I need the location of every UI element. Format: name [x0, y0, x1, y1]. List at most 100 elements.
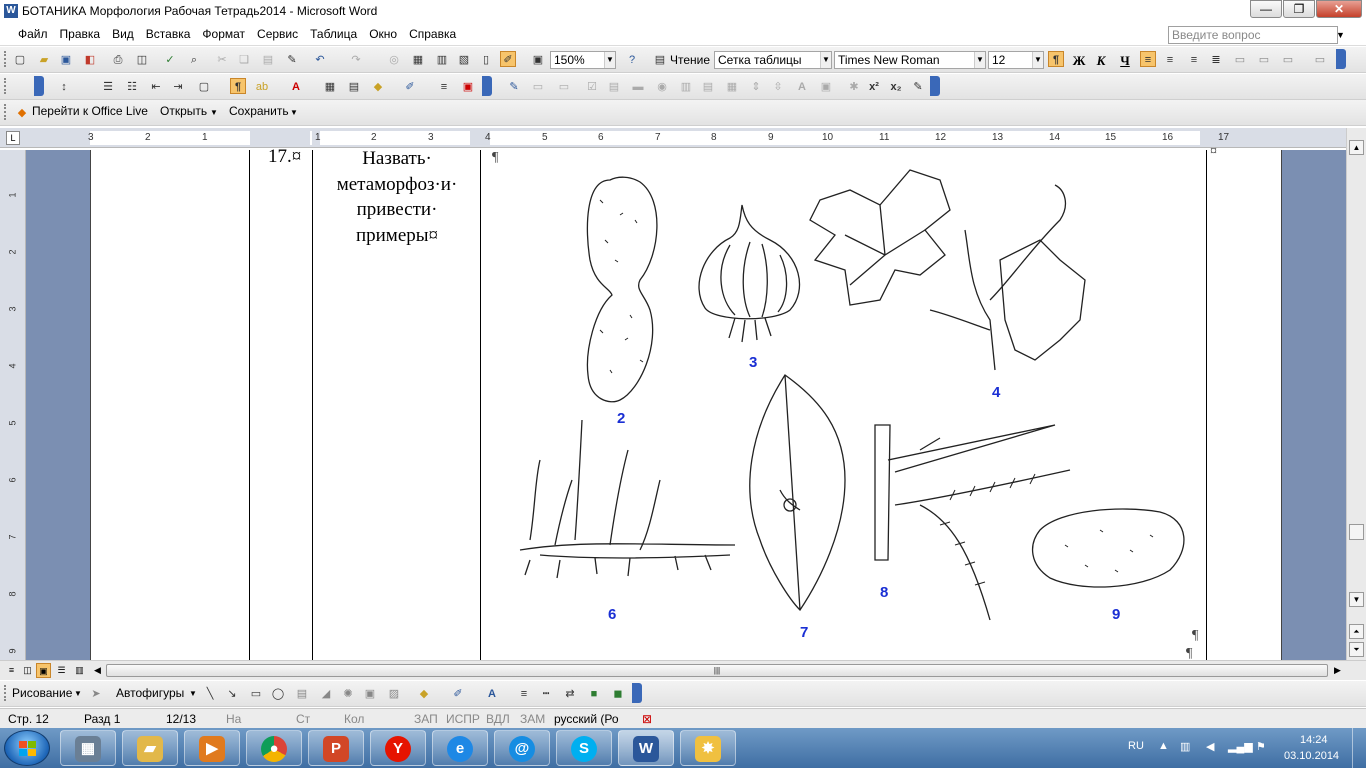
checkbox-icon[interactable]: ☑ — [584, 79, 600, 95]
redo-icon[interactable]: ↷ — [348, 52, 364, 68]
menu-view[interactable]: Вид — [106, 27, 140, 41]
arrow-tool-icon[interactable]: ↘ — [224, 686, 240, 702]
paragraph-mark-icon[interactable]: ¶ — [230, 78, 246, 94]
listbox-icon[interactable]: ▥ — [678, 79, 694, 95]
print-layout-icon[interactable]: ▣ — [36, 663, 51, 678]
arrow-style-icon[interactable]: ⇄ — [562, 686, 578, 702]
powerpoint-taskbar-button[interactable]: P — [308, 730, 364, 766]
radio-icon[interactable]: ◉ — [654, 79, 670, 95]
status-overtype[interactable]: ЗАМ — [520, 712, 545, 726]
yandex-taskbar-button[interactable]: Y — [370, 730, 426, 766]
line-color-icon[interactable]: ✐ — [402, 79, 418, 95]
font-select[interactable]: Times New Roman ▼ — [834, 51, 986, 69]
status-record[interactable]: ЗАП — [414, 712, 438, 726]
line-spacing-icon-2[interactable]: ↕ — [56, 79, 72, 95]
align-right-icon[interactable]: ≡ — [1186, 52, 1202, 68]
bold-button[interactable]: Ж — [1069, 51, 1089, 70]
tools-icon[interactable]: ✱ — [846, 79, 862, 95]
font-size-select[interactable]: 12 ▼ — [988, 51, 1044, 69]
minimize-button[interactable]: — — [1250, 0, 1282, 18]
diagram-icon[interactable]: ✺ — [340, 686, 356, 702]
restore-button[interactable]: ❐ — [1283, 0, 1315, 18]
clock-date[interactable]: 03.10.2014 — [1284, 750, 1339, 762]
menu-insert[interactable]: Вставка — [140, 27, 197, 41]
numbering-icon[interactable]: ☰ — [100, 79, 116, 95]
autoshapes-menu-button[interactable]: Автофигуры — [116, 686, 184, 700]
horizontal-scrollbar[interactable]: ≡ ◫ ▣ ☰ ▥ ◀ ||| ▶ — [0, 660, 1366, 680]
new-document-icon[interactable]: ▢ — [12, 52, 28, 68]
toolbar-options-icon-5[interactable] — [632, 683, 642, 703]
print-icon[interactable]: ⎙ — [110, 52, 126, 68]
italic-button[interactable]: К — [1091, 51, 1111, 70]
wordart-icon[interactable]: ◢ — [318, 686, 334, 702]
font-dropdown-icon[interactable]: ▼ — [974, 52, 985, 68]
normal-view-icon[interactable]: ≡ — [4, 663, 19, 678]
font-color-tool-icon[interactable]: A — [484, 686, 500, 702]
save-button[interactable]: Сохранить — [229, 104, 289, 118]
superscript-icon[interactable]: x² — [866, 79, 882, 95]
cut-icon[interactable]: ✂ — [214, 52, 230, 68]
line-color-tool-icon[interactable]: ✐ — [450, 686, 466, 702]
reading-view-icon[interactable]: ▥ — [72, 663, 87, 678]
show-formatting-icon[interactable]: ¶ — [1048, 51, 1064, 67]
highlight-icon[interactable]: ab — [254, 79, 270, 95]
undo-icon[interactable]: ↶ — [312, 52, 328, 68]
toolbar-grip-4[interactable] — [4, 685, 7, 701]
clipart-icon[interactable]: ▣ — [362, 686, 378, 702]
mail-ru-taskbar-button[interactable]: @ — [494, 730, 550, 766]
previous-page-button[interactable]: ⏶ — [1349, 624, 1364, 639]
web-view-icon[interactable]: ◫ — [20, 663, 35, 678]
explorer-taskbar-button[interactable]: ▰ — [122, 730, 178, 766]
skype-taskbar-button[interactable]: S — [556, 730, 612, 766]
toolbar-options-icon-4[interactable] — [930, 76, 940, 96]
outline-view-icon[interactable]: ☰ — [54, 663, 69, 678]
zoom-dropdown-icon[interactable]: ▼ — [604, 52, 615, 68]
subscript-icon[interactable]: x₂ — [888, 79, 904, 95]
flag-icon[interactable]: ⚑ — [1256, 740, 1266, 753]
ask-dropdown-icon[interactable]: ▼ — [1336, 26, 1348, 44]
chrome-taskbar-button[interactable]: ● — [246, 730, 302, 766]
scroll-down-button[interactable]: ▼ — [1349, 592, 1364, 607]
3d-icon[interactable]: ◼ — [610, 686, 626, 702]
autoshapes-dropdown-icon[interactable]: ▼ — [189, 689, 197, 698]
media-player-taskbar-button[interactable]: ▶ — [184, 730, 240, 766]
goto-office-live-button[interactable]: Перейти к Office Live — [32, 104, 148, 118]
menu-table[interactable]: Таблица — [304, 27, 363, 41]
paint-taskbar-button[interactable]: ✸ — [680, 730, 736, 766]
eraser-icon[interactable]: ✎ — [910, 79, 926, 95]
toolbar-options-icon-2[interactable] — [34, 76, 44, 96]
hyperlink-icon[interactable]: ◎ — [386, 52, 402, 68]
network-icon[interactable]: ▥ — [1180, 740, 1190, 753]
spin-icon[interactable]: ⇕ — [748, 79, 764, 95]
line-tool-icon[interactable]: ╲ — [202, 686, 218, 702]
close-button[interactable]: ✕ — [1316, 0, 1362, 18]
spelling-status-icon[interactable]: ⊠ — [642, 712, 652, 726]
toolbar-grip[interactable] — [4, 51, 7, 67]
border-icon[interactable]: ▭ — [1280, 52, 1296, 68]
start-button[interactable] — [4, 730, 50, 766]
next-page-button[interactable]: ⏷ — [1349, 642, 1364, 657]
status-language[interactable]: русский (Ро — [554, 712, 619, 726]
frame-icon[interactable]: ▦ — [724, 79, 740, 95]
scroll-right-button[interactable]: ▶ — [1330, 663, 1345, 678]
table-icon[interactable]: ▦ — [322, 79, 338, 95]
underline-button[interactable]: Ч — [1115, 51, 1135, 70]
highlight-toolbar-icon[interactable]: ▭ — [1312, 52, 1328, 68]
label-icon[interactable]: A — [794, 79, 810, 95]
form-edit-icon[interactable]: ▭ — [556, 79, 572, 95]
style-dropdown-icon[interactable]: ▼ — [820, 52, 831, 68]
drawing-toggle-icon[interactable]: ✐ — [500, 51, 516, 67]
scroll-up-button[interactable]: ▲ — [1349, 140, 1364, 155]
tab-selector-button[interactable]: L — [6, 131, 20, 145]
signal-icon[interactable]: ▂▄▆ — [1228, 740, 1253, 753]
align-center-icon[interactable]: ≡ — [1162, 52, 1178, 68]
research-icon[interactable]: ⌕ — [186, 52, 202, 68]
open-button[interactable]: Открыть — [160, 104, 207, 118]
font-size-dropdown-icon[interactable]: ▼ — [1032, 52, 1043, 68]
style-select[interactable]: Сетка таблицы ▼ — [714, 51, 832, 69]
toolbar-options-icon[interactable] — [1336, 49, 1346, 69]
columns-icon[interactable]: ▯ — [478, 52, 494, 68]
status-extend[interactable]: ВДЛ — [486, 712, 510, 726]
help-icon[interactable]: ? — [624, 52, 640, 68]
menu-help[interactable]: Справка — [403, 27, 462, 41]
